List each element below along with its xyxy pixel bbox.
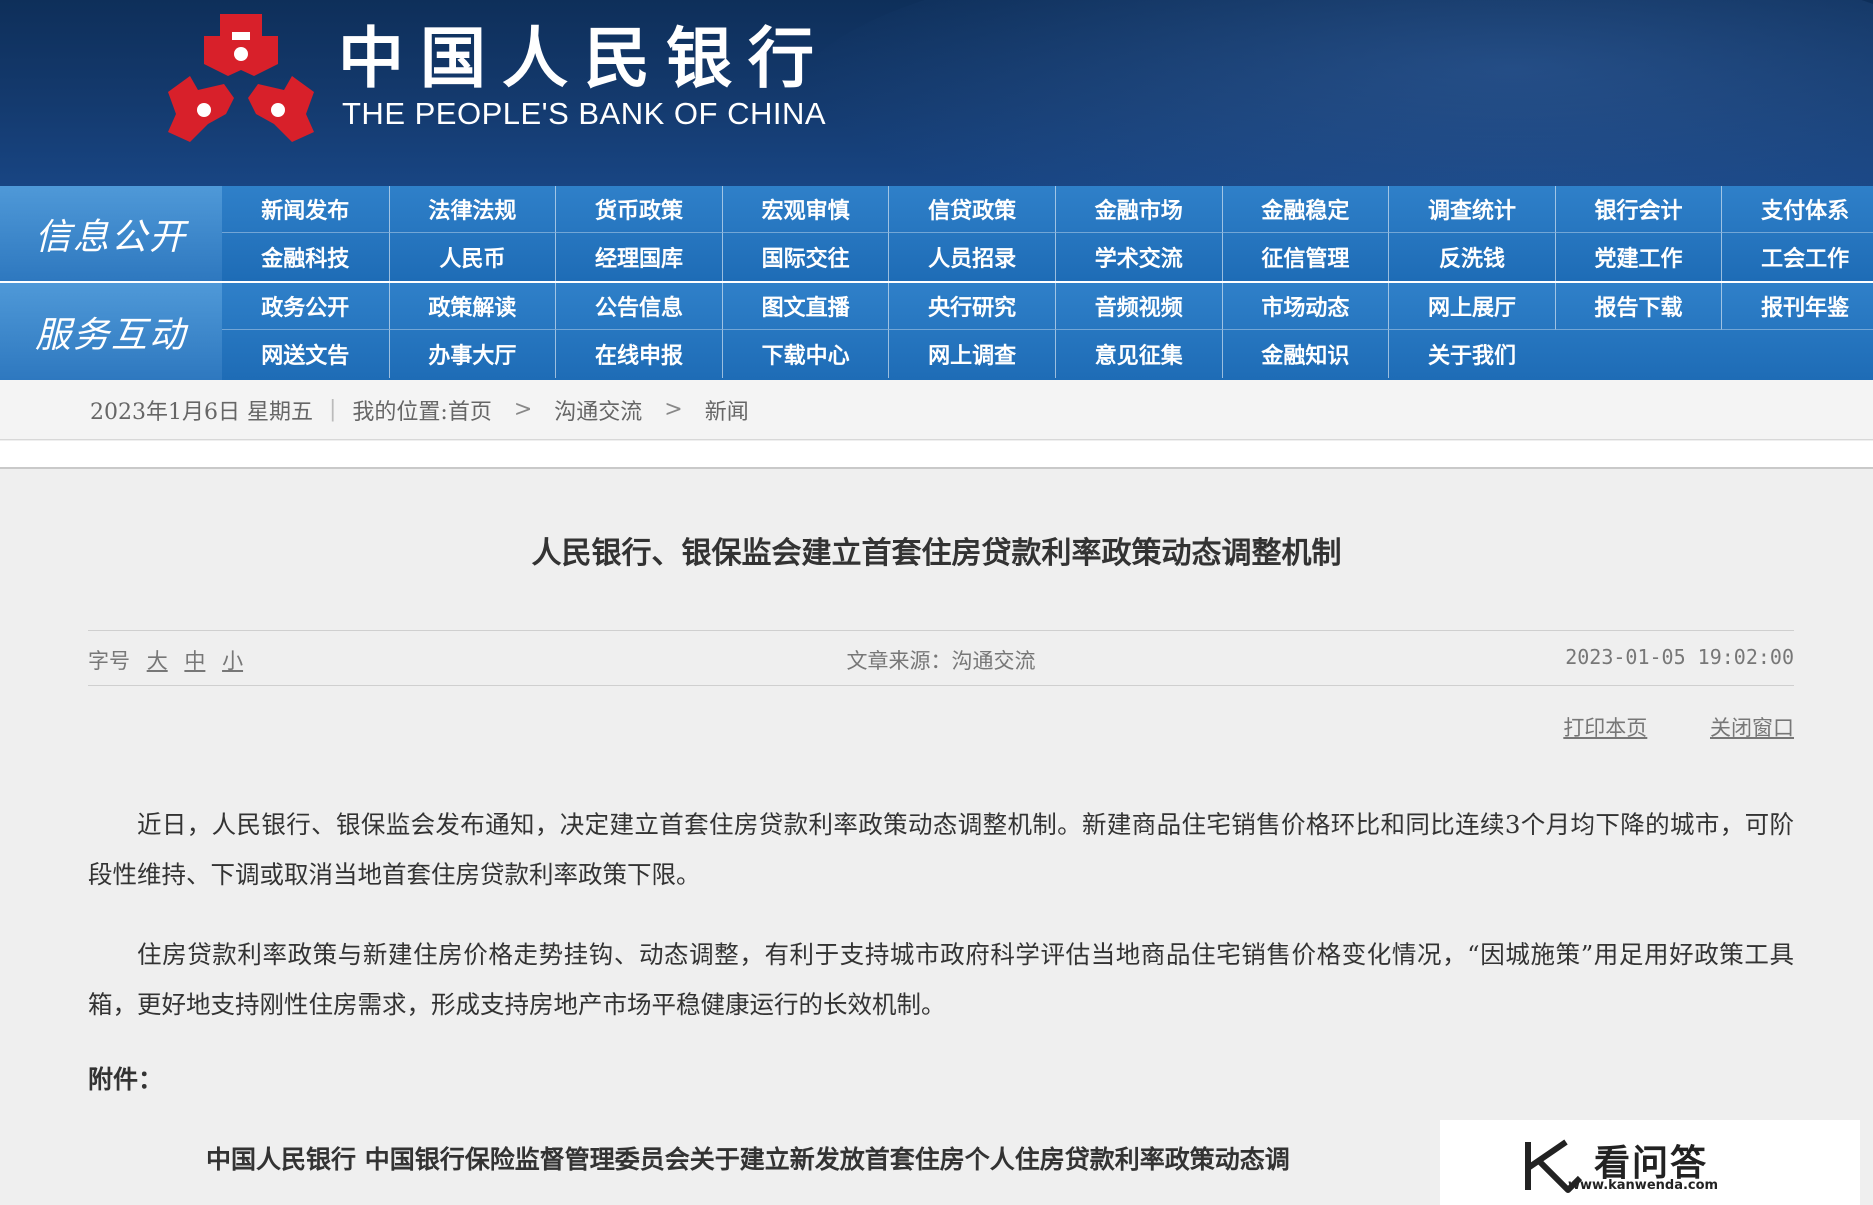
nav-item[interactable]: 办事大厅 xyxy=(388,330,556,378)
nav-item[interactable]: 政务公开 xyxy=(222,283,389,330)
nav-group-info: 信息公开 新闻发布 法律法规 货币政策 宏观审慎 信贷政策 金融市场 金融稳定 … xyxy=(0,186,1873,283)
breadcrumb-home-link[interactable]: 首页 xyxy=(448,394,492,426)
nav-group-service: 服务互动 政务公开 政策解读 公告信息 图文直播 央行研究 音频视频 市场动态 … xyxy=(0,283,1873,380)
nav-item[interactable]: 网送文告 xyxy=(222,330,389,378)
article-meta: 字号 大 中 小 文章来源：沟通交流 2023-01-05 19:02:00 xyxy=(88,630,1794,686)
site-header: 中国人民银行 THE PEOPLE'S BANK OF CHINA xyxy=(0,0,1873,186)
current-date: 2023年1月6日 星期五 xyxy=(90,399,313,425)
nav-item[interactable]: 工会工作 xyxy=(1721,233,1873,281)
nav-group-label: 信息公开 xyxy=(34,216,187,258)
nav-item[interactable]: 新闻发布 xyxy=(222,186,389,233)
nav-item[interactable]: 人民币 xyxy=(388,233,556,281)
article-tools: 打印本页 关闭窗口 xyxy=(1507,712,1794,742)
nav-item[interactable]: 银行会计 xyxy=(1554,186,1722,233)
print-page-link[interactable]: 打印本页 xyxy=(1563,716,1647,740)
nav-item[interactable]: 国际交往 xyxy=(721,233,889,281)
nav-item[interactable]: 反洗钱 xyxy=(1388,233,1555,281)
nav-item[interactable]: 党建工作 xyxy=(1554,233,1722,281)
header-decoration xyxy=(793,0,1873,186)
chevron-right-icon: > xyxy=(513,397,533,422)
nav-group-info-label: 信息公开 xyxy=(0,186,222,281)
article-paragraph: 近日，人民银行、银保监会发布通知，决定建立首套住房贷款利率政策动态调整机制。新建… xyxy=(88,810,1794,889)
nav-group-service-label: 服务互动 xyxy=(0,283,222,380)
nav-item[interactable]: 关于我们 xyxy=(1388,330,1555,378)
bank-name-english: THE PEOPLE'S BANK OF CHINA xyxy=(342,96,827,131)
nav-item[interactable]: 货币政策 xyxy=(555,186,722,233)
nav-item[interactable]: 经理国库 xyxy=(555,233,722,281)
article-paragraph: 住房贷款利率政策与新建住房价格走势挂钩、动态调整，有利于支持城市政府科学评估当地… xyxy=(88,940,1794,1019)
nav-item[interactable]: 报刊年鉴 xyxy=(1721,283,1873,330)
nav-item[interactable]: 市场动态 xyxy=(1221,283,1389,330)
nav-item[interactable]: 图文直播 xyxy=(721,283,889,330)
main-navigation: 信息公开 新闻发布 法律法规 货币政策 宏观审慎 信贷政策 金融市场 金融稳定 … xyxy=(0,186,1873,380)
article-source: 文章来源：沟通交流 xyxy=(846,649,1036,673)
breadcrumb: 2023年1月6日 星期五 | 我的位置: 首页 > 沟通交流 > 新闻 xyxy=(0,380,1873,440)
chevron-right-icon: > xyxy=(664,397,683,422)
nav-item[interactable]: 金融科技 xyxy=(222,233,389,281)
nav-item[interactable]: 央行研究 xyxy=(888,283,1055,330)
nav-group-label: 服务互动 xyxy=(34,314,187,356)
nav-item[interactable]: 金融稳定 xyxy=(1221,186,1389,233)
nav-item[interactable]: 信贷政策 xyxy=(888,186,1055,233)
article-title: 人民银行、银保监会建立首套住房贷款利率政策动态调整机制 xyxy=(531,536,1342,571)
nav-item[interactable]: 宏观审慎 xyxy=(721,186,889,233)
divider-strip xyxy=(0,441,1873,469)
nav-item[interactable]: 网上调查 xyxy=(888,330,1055,378)
nav-item[interactable]: 公告信息 xyxy=(555,283,722,330)
nav-item[interactable]: 人员招录 xyxy=(888,233,1055,281)
nav-grid-service: 政务公开 政策解读 公告信息 图文直播 央行研究 音频视频 市场动态 网上展厅 … xyxy=(222,283,1873,380)
nav-item[interactable]: 金融知识 xyxy=(1221,330,1389,378)
breadcrumb-divider: | xyxy=(328,397,337,422)
nav-item[interactable]: 下载中心 xyxy=(721,330,889,378)
article-timestamp: 2023-01-05 19:02:00 xyxy=(1565,645,1794,669)
nav-item[interactable]: 金融市场 xyxy=(1054,186,1222,233)
nav-item[interactable]: 意见征集 xyxy=(1054,330,1222,378)
nav-item[interactable]: 报告下载 xyxy=(1554,283,1722,330)
attachment-label: 附件： xyxy=(88,1065,164,1094)
nav-item[interactable]: 音频视频 xyxy=(1054,283,1222,330)
breadcrumb-section-link[interactable]: 沟通交流 xyxy=(554,394,642,426)
pboc-emblem-icon xyxy=(168,14,314,142)
nav-item[interactable]: 政策解读 xyxy=(388,283,556,330)
nav-item[interactable]: 调查统计 xyxy=(1388,186,1555,233)
location-prefix: 我的位置: xyxy=(352,399,448,425)
nav-item[interactable]: 学术交流 xyxy=(1054,233,1222,281)
breadcrumb-current-link[interactable]: 新闻 xyxy=(705,394,749,426)
nav-item[interactable]: 法律法规 xyxy=(388,186,556,233)
nav-item[interactable]: 在线申报 xyxy=(555,330,722,378)
nav-grid-info: 新闻发布 法律法规 货币政策 宏观审慎 信贷政策 金融市场 金融稳定 调查统计 … xyxy=(222,186,1873,281)
site-watermark: 看问答 www.kanwenda.com xyxy=(1440,1120,1860,1205)
nav-item[interactable]: 支付体系 xyxy=(1721,186,1873,233)
attachment-link[interactable]: 中国人民银行 中国银行保险监督管理委员会关于建立新发放首套住房个人住房贷款利率政… xyxy=(206,1140,1446,1176)
watermark-url: www.kanwenda.com xyxy=(1568,1178,1719,1193)
nav-item[interactable]: 征信管理 xyxy=(1221,233,1389,281)
article-body: 近日，人民银行、银保监会发布通知，决定建立首套住房贷款利率政策动态调整机制。新建… xyxy=(88,800,1794,1060)
bank-name-chinese: 中国人民银行 xyxy=(338,19,830,97)
close-window-link[interactable]: 关闭窗口 xyxy=(1710,716,1794,740)
nav-item[interactable]: 网上展厅 xyxy=(1388,283,1555,330)
